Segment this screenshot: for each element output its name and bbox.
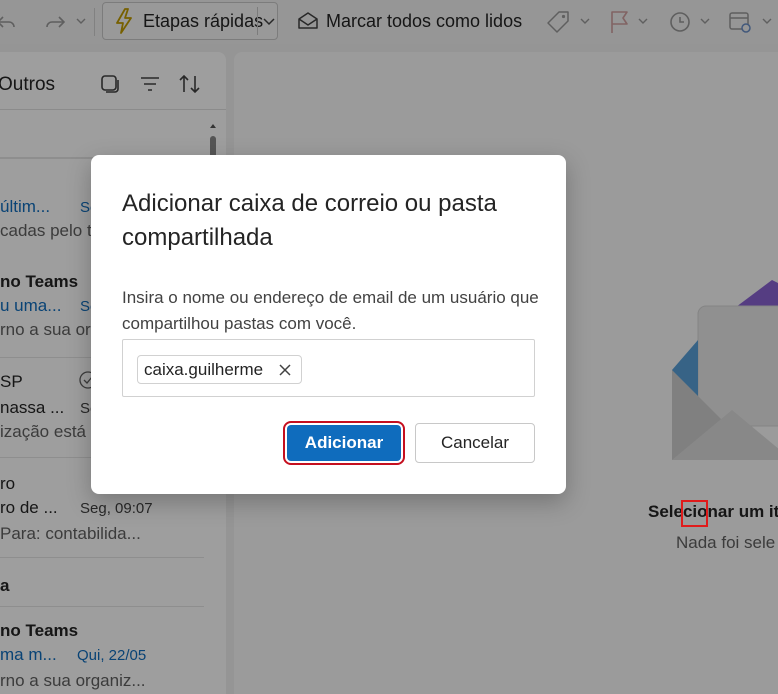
add-shared-mailbox-dialog: Adicionar caixa de correio ou pasta comp… bbox=[91, 155, 566, 494]
add-button[interactable]: Adicionar bbox=[283, 421, 405, 465]
recipient-chip[interactable]: caixa.guilherme bbox=[137, 355, 303, 384]
close-icon[interactable] bbox=[277, 362, 293, 378]
dialog-description: Insira o nome ou endereço de email de um… bbox=[122, 288, 539, 333]
highlight-marker bbox=[681, 500, 708, 527]
recipient-input[interactable]: caixa.guilherme bbox=[122, 339, 535, 397]
recipient-chip-label: caixa.guilherme bbox=[144, 359, 264, 379]
cancel-button[interactable]: Cancelar bbox=[415, 423, 535, 463]
dialog-title: Adicionar caixa de correio ou pasta comp… bbox=[122, 190, 497, 251]
